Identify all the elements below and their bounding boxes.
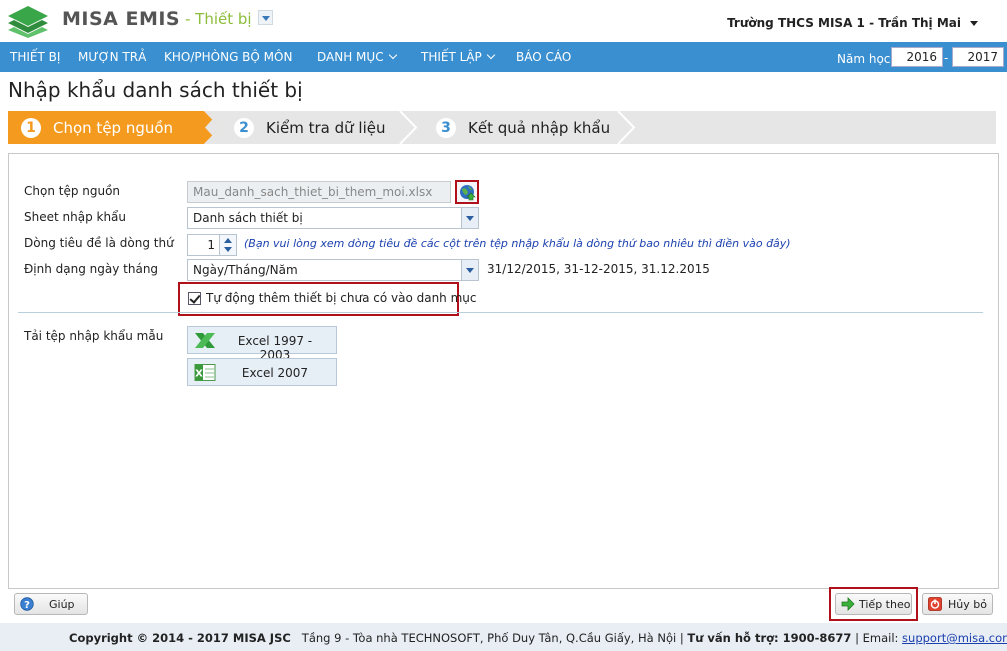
sheet-select[interactable]: Danh sách thiết bị [187,207,479,229]
source-file-label: Chọn tệp nguồn [24,184,121,198]
school-year-label: Năm học: [837,52,895,66]
stepper-buttons[interactable] [219,234,237,256]
import-form-panel [8,153,999,589]
footer-address: Tầng 9 - Tòa nhà TECHNOSOFT, Phố Duy Tân… [301,631,684,645]
header-row-input[interactable]: 1 [187,234,220,256]
wizard-step-3: 3 Kết quả nhập khẩu [418,111,648,144]
power-off-icon [928,597,942,611]
help-button-label: Giúp [49,598,75,611]
date-format-select-value: Ngày/Tháng/Năm [193,263,298,277]
browse-file-button[interactable] [455,180,479,204]
date-format-label: Định dạng ngày tháng [24,262,159,276]
sheet-select-value: Danh sách thiết bị [193,211,303,225]
brand-name: MISA EMIS [62,8,181,30]
globe-upload-icon [460,185,476,201]
source-file-field: Mau_danh_sach_thiet_bi_them_moi.xlsx [187,181,451,203]
chevron-down-icon [388,50,397,60]
date-format-select[interactable]: Ngày/Tháng/Năm [187,259,479,281]
menu-item-bao-cao[interactable]: BÁO CÁO [516,50,571,64]
menu-item-thiet-lap[interactable]: THIẾT LẬP [421,50,495,64]
wizard-step-2: 2 Kiểm tra dữ liệu [204,111,420,144]
auto-add-option[interactable]: Tự động thêm thiết bị chưa có vào danh m… [178,282,477,316]
wizard-step-1: 1 Chọn tệp nguồn [8,111,220,144]
footer-support: Tư vấn hỗ trợ: 1900-8677 [687,631,852,645]
wizard-step-1-number: 1 [21,118,41,138]
module-name: - Thiết bị [185,10,252,28]
menu-item-danh-muc[interactable]: DANH MỤC [317,50,397,64]
arrow-right-icon [841,597,855,611]
section-divider [18,312,983,313]
misa-logo-icon [8,6,48,38]
school-year-to-input[interactable]: 2017 [952,47,1004,67]
page-footer: Copyright © 2014 - 2017 MISA JSC Tầng 9 … [0,623,1007,651]
header-row-hint: (Bạn vui lòng xem dòng tiêu đề các cột t… [244,237,791,250]
module-switch-chevron-down-icon[interactable] [258,10,273,25]
excel-2007-label: Excel 2007 [241,366,309,380]
wizard-step-2-label: Kiểm tra dữ liệu [266,119,386,137]
svg-text:?: ? [24,600,30,611]
download-excel-2007-button[interactable]: X Excel 2007 [187,358,337,386]
menu-item-kho-phong-bo-mon[interactable]: KHO/PHÒNG BỘ MÔN [164,50,292,64]
next-button[interactable]: Tiếp theo [835,593,912,615]
wizard-step-1-label: Chọn tệp nguồn [53,119,174,137]
app-header: MISA EMIS - Thiết bị Trường THCS MISA 1 … [0,0,1007,42]
main-menu-bar: THIẾT BỊ MƯỢN TRẢ KHO/PHÒNG BỘ MÔN DANH … [0,42,1007,72]
template-download-label: Tải tệp nhập khẩu mẫu [24,329,164,343]
chevron-down-icon[interactable] [461,260,478,280]
footer-copyright: Copyright © 2014 - 2017 MISA JSC [69,631,291,645]
user-menu-caret-down-icon[interactable] [970,21,978,26]
header-row-label: Dòng tiêu đề là dòng thứ [24,236,174,250]
date-format-examples: 31/12/2015, 31-12-2015, 31.12.2015 [487,262,710,276]
menu-item-thiet-bi[interactable]: THIẾT BỊ [10,50,60,64]
school-year-from-input[interactable]: 2016 [891,47,943,67]
wizard-step-3-number: 3 [436,118,456,138]
page-title: Nhập khẩu danh sách thiết bị [8,78,303,102]
chevron-down-icon[interactable] [461,208,478,228]
help-icon: ? [20,597,34,611]
sheet-label: Sheet nhập khẩu [24,210,127,224]
school-year-separator: - [944,51,949,65]
import-wizard-steps: 1 Chọn tệp nguồn 2 Kiểm tra dữ liệu 3 Kế… [8,111,1000,144]
download-excel-1997-2003-button[interactable]: Excel 1997 - 2003 [187,326,337,362]
wizard-step-2-number: 2 [234,118,254,138]
auto-add-checkbox[interactable] [188,292,201,305]
menu-item-muon-tra[interactable]: MƯỢN TRẢ [78,50,146,64]
next-button-label: Tiếp theo [859,598,911,611]
support-email-link[interactable]: support@misa.com.vn [902,631,1007,645]
footer-text: Copyright © 2014 - 2017 MISA JSC Tầng 9 … [69,631,1007,645]
auto-add-label[interactable]: Tự động thêm thiết bị chưa có vào danh m… [206,291,477,305]
wizard-step-3-label: Kết quả nhập khẩu [468,119,611,137]
help-button[interactable]: ? Giúp [14,593,88,615]
cancel-button-label: Hủy bỏ [948,598,987,611]
header-row-stepper[interactable]: 1 [187,234,237,256]
stepper-up-arrow-icon[interactable] [224,238,232,243]
stepper-down-arrow-icon[interactable] [224,247,232,252]
cancel-button[interactable]: Hủy bỏ [922,593,993,615]
footer-email-label: | Email: [855,631,899,645]
chevron-down-icon [486,50,495,60]
user-account-name[interactable]: Trường THCS MISA 1 - Trần Thị Mai [727,16,961,30]
